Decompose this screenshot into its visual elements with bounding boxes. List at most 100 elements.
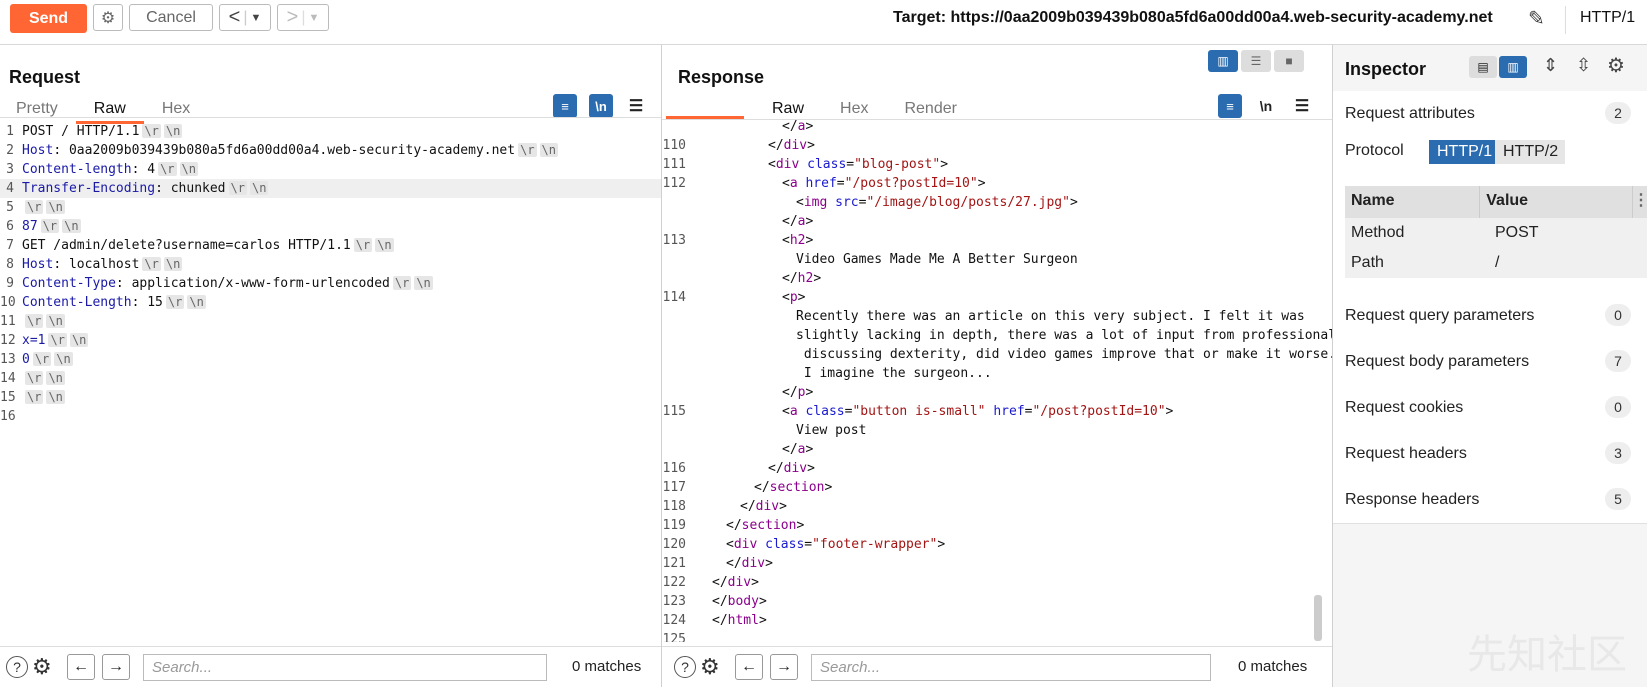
help-icon[interactable]: ?: [6, 656, 28, 678]
line-content: </div>: [712, 575, 759, 590]
response-line: 123 </body>: [662, 592, 1332, 611]
line-content: </div>: [768, 461, 815, 476]
edit-target-pencil-icon[interactable]: ✎: [1528, 6, 1545, 31]
layout-stacked-button[interactable]: ☰: [1241, 50, 1271, 72]
response-line: 112 <a href="/post?postId=10">: [662, 174, 1332, 193]
chevron-left-icon: <: [228, 6, 241, 28]
panel-left-icon: ▤: [1477, 60, 1489, 74]
help-icon[interactable]: ?: [674, 656, 696, 678]
rows-icon: ☰: [1250, 54, 1262, 68]
inspector-layout-right-button[interactable]: ▥: [1499, 56, 1527, 78]
response-line: 118 </div>: [662, 497, 1332, 516]
cr-marker: \r: [25, 390, 44, 404]
request-attributes-body: Protocol HTTP/1 HTTP/2 Name Value ⋮ Meth…: [1333, 138, 1647, 294]
request-line: 14 \r \n: [0, 369, 661, 388]
search-previous-button[interactable]: ←: [735, 654, 763, 680]
line-number: 2: [6, 143, 14, 158]
line-number: 113: [662, 233, 686, 248]
line-content: </p>: [782, 385, 814, 400]
inspector-section[interactable]: Request body parameters 7: [1333, 339, 1647, 386]
line-number: 118: [662, 499, 686, 514]
layout-tabs-button[interactable]: ■: [1274, 50, 1304, 72]
tab-hex[interactable]: Hex: [144, 98, 208, 124]
lf-marker: \n: [249, 181, 269, 195]
line-content: Host: localhost \r \n: [22, 257, 183, 272]
line-number: 15: [0, 390, 16, 405]
response-line: 120 <div class="footer-wrapper">: [662, 535, 1332, 554]
section-label: Response headers: [1345, 491, 1480, 508]
search-next-button[interactable]: →: [770, 654, 798, 680]
line-content: Video Games Made Me A Better Surgeon: [796, 252, 1078, 267]
response-search-input[interactable]: Search...: [811, 654, 1211, 681]
response-scrollbar-thumb[interactable]: [1314, 595, 1322, 641]
line-content: Recently there was an article on this ve…: [796, 309, 1305, 324]
request-editor[interactable]: 1 POST / HTTP/1.1 \r \n 2 Host: 0aa2009b03943…: [0, 122, 661, 642]
forward-button[interactable]: > | ▼: [277, 4, 329, 31]
tab-raw[interactable]: Raw: [75, 98, 144, 124]
response-line: 115 <a class="button is-small" href="/pos…: [662, 402, 1332, 421]
inspector-section[interactable]: Request headers 3: [1333, 431, 1647, 478]
tab-pretty[interactable]: Pretty: [0, 98, 76, 124]
request-line: 5 \r \n: [0, 198, 661, 217]
inspector-section[interactable]: Request cookies 0: [1333, 385, 1647, 432]
search-previous-button[interactable]: ←: [67, 654, 95, 680]
line-number: 11: [0, 314, 16, 329]
line-content: I imagine the surgeon...: [796, 366, 992, 381]
newline-toggle[interactable]: \n: [1254, 94, 1278, 118]
gear-icon[interactable]: ⚙: [700, 654, 720, 680]
panel-right-icon: ▥: [1507, 60, 1519, 74]
protocol-http2-button[interactable]: HTTP/2: [1495, 140, 1565, 164]
request-attributes-section[interactable]: Request attributes 2: [1333, 91, 1647, 138]
request-line: 10 Content-Length: 15 \r \n: [0, 293, 661, 312]
cancel-button[interactable]: Cancel: [129, 4, 213, 31]
response-line: 111 <div class="blog-post">: [662, 155, 1332, 174]
request-search-input[interactable]: Search...: [143, 654, 547, 681]
response-editor[interactable]: </a> 110 </div> 111 <div class="blog-post"> 1…: [662, 117, 1332, 642]
lf-marker: \n: [187, 295, 206, 309]
cr-marker: \r: [25, 314, 44, 328]
line-content: <p>: [782, 290, 806, 305]
cr-marker: \r: [32, 352, 52, 366]
inspector-section[interactable]: Response headers 5: [1333, 477, 1647, 524]
column-menu-icon[interactable]: ⋮: [1632, 186, 1647, 218]
gear-icon[interactable]: ⚙: [1607, 53, 1625, 78]
send-button[interactable]: Send: [10, 4, 87, 33]
line-number: 112: [662, 176, 686, 191]
expand-all-icon[interactable]: ⇕: [1543, 55, 1558, 76]
request-title: Request: [9, 67, 81, 87]
line-number: 6: [6, 219, 14, 234]
response-line: Video Games Made Me A Better Surgeon: [662, 250, 1332, 269]
response-line: slightly lacking in depth, there was a l…: [662, 326, 1332, 345]
word-wrap-toggle[interactable]: ≡: [553, 94, 577, 118]
lf-marker: \n: [46, 314, 65, 328]
newline-toggle[interactable]: \n: [589, 94, 613, 118]
inspector-layout-left-button[interactable]: ▤: [1469, 56, 1497, 78]
response-line: 110 </div>: [662, 136, 1332, 155]
response-menu-button[interactable]: ☰: [1290, 94, 1314, 118]
search-next-button[interactable]: →: [102, 654, 130, 680]
toolbar-divider: [1565, 6, 1566, 34]
protocol-http1-button[interactable]: HTTP/1: [1429, 140, 1495, 164]
settings-button[interactable]: ⚙: [93, 4, 123, 31]
column-header-name: Name: [1345, 186, 1481, 218]
protocol-selector: HTTP/1 HTTP/2: [1429, 140, 1565, 164]
request-line: 7 GET /admin/delete?username=carlos HTTP/…: [0, 236, 661, 255]
line-number: 12: [0, 333, 16, 348]
gear-icon[interactable]: ⚙: [32, 654, 52, 680]
table-row[interactable]: Path /: [1345, 248, 1647, 278]
word-wrap-toggle[interactable]: ≡: [1218, 94, 1242, 118]
inspector-title: Inspector: [1345, 59, 1427, 79]
collapse-all-icon[interactable]: ⇳: [1576, 55, 1591, 76]
table-row[interactable]: Method POST: [1345, 218, 1647, 248]
layout-side-by-side-button[interactable]: ▥: [1208, 50, 1238, 72]
inspector-section[interactable]: Request query parameters 0: [1333, 293, 1647, 340]
line-content: </section>: [754, 480, 833, 495]
tab-divider: [0, 117, 661, 118]
request-menu-button[interactable]: ☰: [624, 94, 648, 118]
line-number: 110: [662, 138, 686, 153]
back-button[interactable]: < | ▼: [219, 4, 271, 31]
section-label: Request headers: [1345, 445, 1467, 462]
column-header-value: Value: [1486, 192, 1529, 209]
line-number: 13: [0, 352, 16, 367]
response-line: Recently there was an article on this ve…: [662, 307, 1332, 326]
